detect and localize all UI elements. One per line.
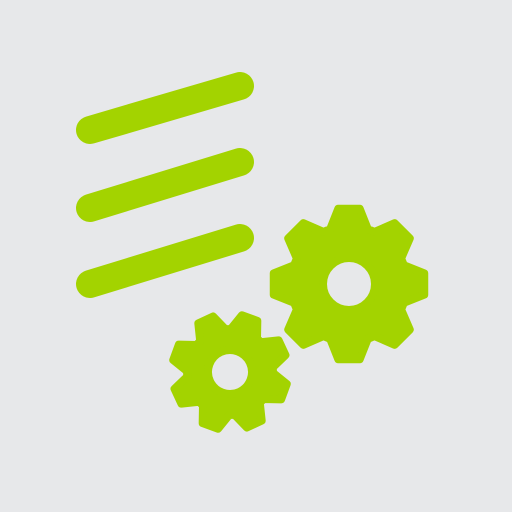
large-gear-icon bbox=[269, 204, 429, 364]
list-line-3 bbox=[76, 224, 254, 298]
small-gear-icon bbox=[169, 311, 291, 433]
list-line-2 bbox=[76, 148, 254, 222]
small-gear-shape bbox=[169, 311, 291, 433]
large-gear-shape bbox=[269, 204, 429, 364]
list-lines-icon bbox=[76, 72, 254, 298]
list-line-1 bbox=[76, 72, 254, 144]
settings-list-gears-icon bbox=[76, 72, 429, 433]
app-icon-canvas bbox=[0, 0, 512, 512]
